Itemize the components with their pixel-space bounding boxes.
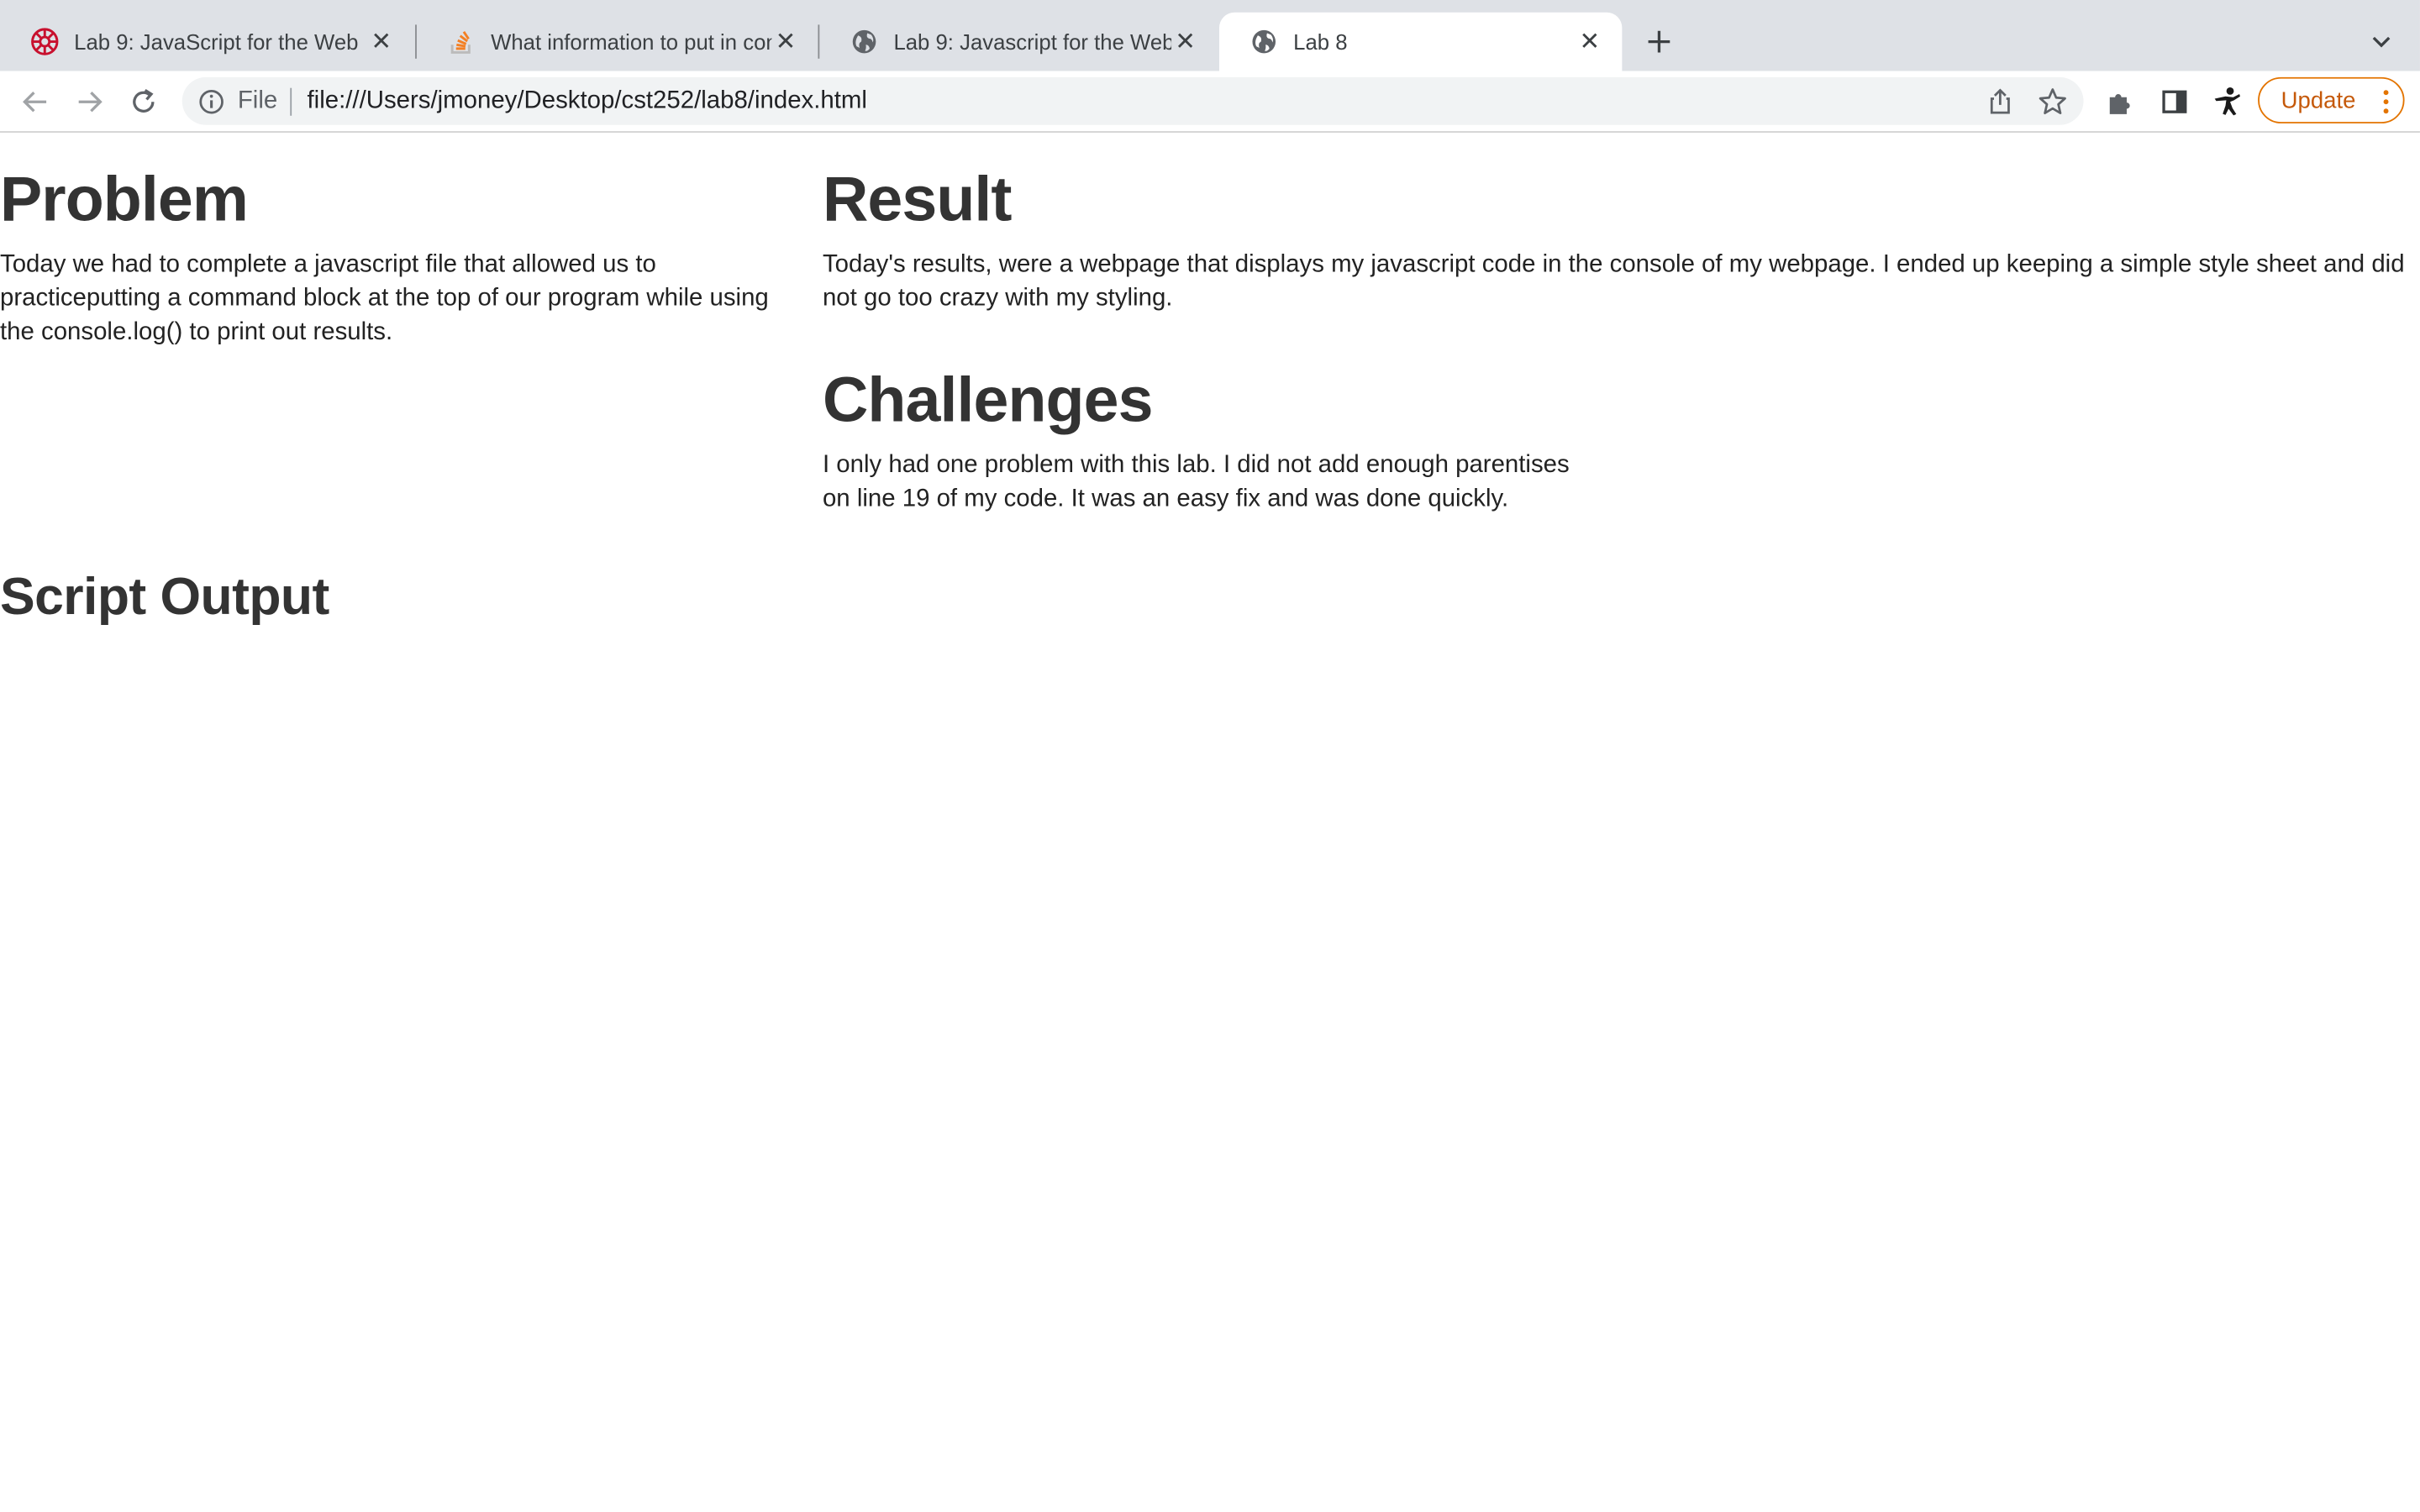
update-label: Update	[2281, 87, 2356, 113]
tab-strip: Lab 9: JavaScript for the Web ✕ What inf…	[0, 0, 2420, 71]
profile-avatar[interactable]	[2207, 81, 2247, 122]
reload-button[interactable]	[124, 81, 164, 122]
stackoverflow-icon	[448, 28, 476, 55]
address-bar[interactable]: File file:///Users/jmoney/Desktop/cst252…	[182, 76, 2084, 125]
side-panel-icon	[2162, 90, 2187, 113]
university-logo-icon	[31, 28, 59, 55]
problem-heading: Problem	[0, 163, 249, 235]
url-text[interactable]: file:///Users/jmoney/Desktop/cst252/lab8…	[308, 88, 867, 116]
problem-text: Today we had to complete a javascript fi…	[0, 251, 769, 346]
browser-toolbar: File file:///Users/jmoney/Desktop/cst252…	[0, 71, 2420, 133]
extensions-button[interactable]	[2101, 81, 2141, 122]
puzzle-icon	[2109, 94, 2130, 114]
close-tab-icon[interactable]: ✕	[1171, 28, 1199, 55]
close-tab-icon[interactable]: ✕	[1576, 28, 1603, 55]
tab-lab8-active[interactable]: Lab 8 ✕	[1218, 12, 1623, 71]
arrow-left-icon	[23, 92, 47, 113]
chevron-down-icon	[2372, 36, 2391, 48]
tab-title: Lab 8	[1293, 29, 1348, 55]
script-output-heading: Script Output	[0, 567, 329, 627]
arrow-right-icon	[78, 92, 103, 113]
tab-search-button[interactable]	[2365, 24, 2398, 58]
update-button[interactable]: Update	[2258, 76, 2405, 123]
address-divider	[290, 87, 292, 116]
forward-button[interactable]	[70, 81, 110, 122]
more-vert-icon	[2383, 90, 2389, 114]
reload-icon	[133, 89, 155, 113]
star-icon[interactable]	[2037, 87, 2068, 118]
avatar-figure-icon	[2214, 87, 2240, 116]
close-tab-icon[interactable]: ✕	[367, 28, 395, 55]
scheme-label: File	[237, 87, 278, 114]
close-tab-icon[interactable]: ✕	[771, 28, 799, 55]
globe-icon	[850, 28, 878, 55]
back-button[interactable]	[15, 81, 55, 122]
share-icon[interactable]	[1985, 87, 2016, 118]
tab-lab9-javascript-2[interactable]: Lab 9: Javascript for the Web ✕	[819, 13, 1218, 71]
tab-title: Lab 9: JavaScript for the Web	[74, 29, 359, 55]
challenges-heading: Challenges	[822, 364, 1153, 435]
result-heading: Result	[822, 163, 1013, 235]
tab-lab9-javascript[interactable]: Lab 9: JavaScript for the Web ✕	[0, 13, 413, 71]
globe-icon	[1250, 28, 1278, 55]
tab-title: What information to put in com	[491, 29, 772, 55]
side-panel-button[interactable]	[2154, 81, 2195, 122]
tab-title: Lab 9: Javascript for the Web	[893, 29, 1172, 55]
info-icon[interactable]	[197, 88, 225, 116]
new-tab-button[interactable]	[1639, 22, 1680, 62]
result-text: Today's results, were a webpage that dis…	[822, 251, 2405, 312]
tab-stackoverflow[interactable]: What information to put in com ✕	[417, 13, 818, 71]
plus-icon	[1648, 30, 1670, 53]
web-page: Problem Today we had to complete a javas…	[0, 133, 2420, 1512]
challenges-text: I only had one problem with this lab. I …	[822, 452, 1570, 512]
